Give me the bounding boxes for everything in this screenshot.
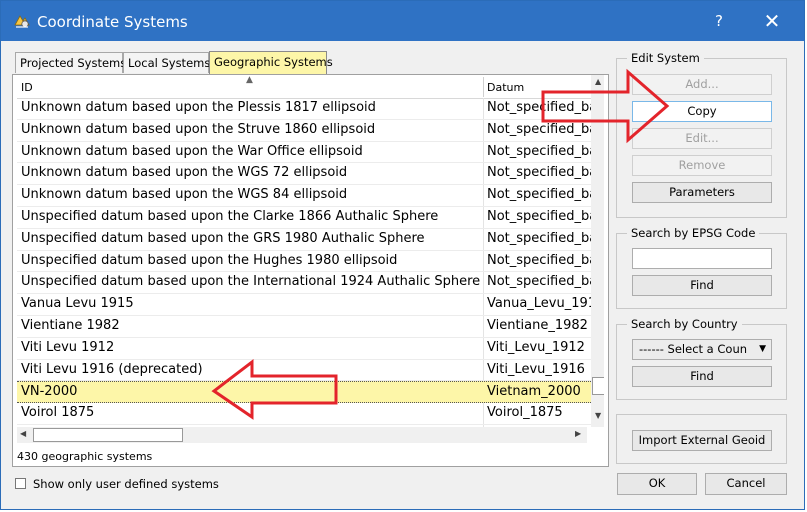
- table-row[interactable]: Vanua Levu 1915 Vanua_Levu_1915: [17, 294, 591, 316]
- table-row[interactable]: Voirol 1875 Voirol_1875: [17, 403, 591, 425]
- table-row[interactable]: Unknown datum based upon the Struve 1860…: [17, 120, 591, 142]
- app-icon: [14, 15, 30, 28]
- cell-id: Unspecified datum based upon the Clarke …: [21, 208, 439, 224]
- scroll-left-icon[interactable]: ◀: [20, 429, 26, 438]
- country-select-value: ------ Select a Coun: [639, 342, 748, 356]
- search-country-title: Search by Country: [627, 317, 742, 331]
- chevron-down-icon: ▼: [759, 344, 766, 354]
- column-header-id[interactable]: ID: [21, 81, 33, 94]
- show-user-defined-checkbox[interactable]: [15, 478, 26, 489]
- cell-datum: Not_specified_ba: [487, 143, 591, 159]
- cell-datum: Vanua_Levu_1915: [487, 296, 591, 312]
- cell-datum: Not_specified_ba: [487, 187, 591, 203]
- search-country-group: Search by Country ------ Select a Coun ▼…: [616, 317, 787, 400]
- cell-id: Unspecified datum based upon the GRS 198…: [21, 230, 425, 246]
- cell-id: Vientiane 1982: [21, 317, 120, 333]
- cell-id: Vanua Levu 1915: [21, 296, 134, 312]
- scroll-right-icon[interactable]: ▶: [575, 429, 581, 438]
- search-epsg-group: Search by EPSG Code Find: [616, 226, 787, 309]
- scroll-down-icon[interactable]: ▼: [595, 411, 601, 420]
- cell-id: Voirol 1875: [21, 405, 95, 421]
- tab-projected-systems[interactable]: Projected Systems: [15, 52, 126, 73]
- cell-id: Unknown datum based upon the War Office …: [21, 143, 363, 159]
- search-epsg-title: Search by EPSG Code: [627, 226, 760, 240]
- ok-button[interactable]: OK: [617, 473, 697, 495]
- tab-geographic-systems[interactable]: Geographic Systems: [209, 51, 333, 74]
- tab-local-systems[interactable]: Local Systems: [123, 52, 210, 73]
- table-row[interactable]: Vientiane 1982 Vientiane_1982: [17, 316, 591, 338]
- cell-id: Unspecified datum based upon the Hughes …: [21, 252, 398, 268]
- edit-system-group: Edit System Add... Copy Edit... Remove P…: [616, 51, 787, 218]
- systems-panel: ID ▲ Datum Unknown datum based upon the …: [12, 74, 609, 467]
- cell-datum: Viti_Levu_1916: [487, 361, 585, 377]
- table-row[interactable]: Unknown datum based upon the War Office …: [17, 142, 591, 164]
- cell-datum: Voirol_1875: [487, 405, 563, 421]
- cell-datum: Not_specified_ba: [487, 208, 591, 224]
- systems-table: ID ▲ Datum Unknown datum based upon the …: [17, 75, 604, 427]
- table-row[interactable]: Unspecified datum based upon the Clarke …: [17, 207, 591, 229]
- country-find-button[interactable]: Find: [632, 366, 772, 387]
- cell-datum: Not_specified_ba: [487, 230, 591, 246]
- epsg-code-input[interactable]: [632, 248, 772, 269]
- add-button[interactable]: Add...: [632, 74, 772, 95]
- cell-id: Viti Levu 1916 (deprecated): [21, 361, 203, 377]
- cell-id: Viti Levu 1912: [21, 339, 115, 355]
- cell-datum: Not_specified_ba: [487, 274, 591, 290]
- table-row[interactable]: Unspecified datum based upon the GRS 198…: [17, 229, 591, 251]
- country-select[interactable]: ------ Select a Coun ▼: [632, 339, 772, 360]
- scroll-up-icon[interactable]: ▲: [595, 77, 601, 86]
- horizontal-scrollbar[interactable]: ◀ ▶: [17, 427, 587, 443]
- cell-datum: Vietnam_2000: [487, 384, 581, 400]
- cell-datum: Not_specified_ba: [487, 252, 591, 268]
- cell-id: VN-2000: [21, 384, 78, 400]
- table-row[interactable]: VN-2000 Vietnam_2000: [17, 381, 591, 404]
- parameters-button[interactable]: Parameters: [632, 182, 772, 203]
- horizontal-scroll-thumb[interactable]: [33, 428, 183, 442]
- import-external-geoid-button[interactable]: Import External Geoid: [632, 430, 772, 451]
- cancel-button[interactable]: Cancel: [705, 473, 787, 495]
- help-button[interactable]: ?: [709, 12, 729, 30]
- table-row[interactable]: Unknown datum based upon the Plessis 181…: [17, 98, 591, 120]
- cell-id: Unknown datum based upon the Plessis 181…: [21, 100, 376, 115]
- show-user-defined-label: Show only user defined systems: [33, 477, 219, 491]
- cell-id: Unknown datum based upon the WGS 72 elli…: [21, 165, 348, 181]
- column-header-datum[interactable]: Datum: [487, 81, 524, 94]
- table-row[interactable]: Viti Levu 1912 Viti_Levu_1912: [17, 338, 591, 360]
- copy-button[interactable]: Copy: [632, 101, 772, 122]
- window-title: Coordinate Systems: [37, 13, 188, 31]
- cell-datum: Vientiane_1982: [487, 317, 588, 333]
- vertical-scrollbar[interactable]: ▲ ▼: [591, 75, 604, 427]
- table-row[interactable]: Unknown datum based upon the WGS 72 elli…: [17, 163, 591, 186]
- edit-system-title: Edit System: [627, 51, 704, 65]
- systems-count-status: 430 geographic systems: [17, 450, 153, 463]
- remove-button[interactable]: Remove: [632, 155, 772, 176]
- cell-id: Unspecified datum based upon the Interna…: [21, 274, 481, 290]
- vertical-scroll-thumb[interactable]: [592, 377, 604, 395]
- edit-button[interactable]: Edit...: [632, 128, 772, 149]
- coordinate-systems-dialog: Coordinate Systems ? ✕ Projected Systems…: [0, 0, 805, 510]
- cell-datum: Not_specified_ba: [487, 100, 591, 115]
- table-row[interactable]: Unspecified datum based upon the Hughes …: [17, 251, 591, 273]
- column-separator[interactable]: [483, 77, 484, 97]
- cell-datum: Viti_Levu_1912: [487, 339, 585, 355]
- table-rows: Unknown datum based upon the Plessis 181…: [17, 98, 591, 425]
- cell-datum: Not_specified_ba: [487, 121, 591, 137]
- import-geoid-group: Import External Geoid: [616, 414, 787, 464]
- table-row[interactable]: Unknown datum based upon the WGS 84 elli…: [17, 185, 591, 207]
- epsg-find-button[interactable]: Find: [632, 275, 772, 296]
- cell-id: Unknown datum based upon the Struve 1860…: [21, 121, 376, 137]
- table-row[interactable]: Unspecified datum based upon the Interna…: [17, 272, 591, 295]
- close-button[interactable]: ✕: [761, 9, 783, 33]
- title-bar: Coordinate Systems ? ✕: [1, 1, 804, 41]
- sort-ascending-icon: ▲: [246, 75, 253, 85]
- cell-datum: Not_specified_ba: [487, 165, 591, 181]
- cell-id: Unknown datum based upon the WGS 84 elli…: [21, 187, 348, 203]
- table-header: ID ▲ Datum: [17, 75, 604, 99]
- table-row[interactable]: Viti Levu 1916 (deprecated) Viti_Levu_191…: [17, 360, 591, 382]
